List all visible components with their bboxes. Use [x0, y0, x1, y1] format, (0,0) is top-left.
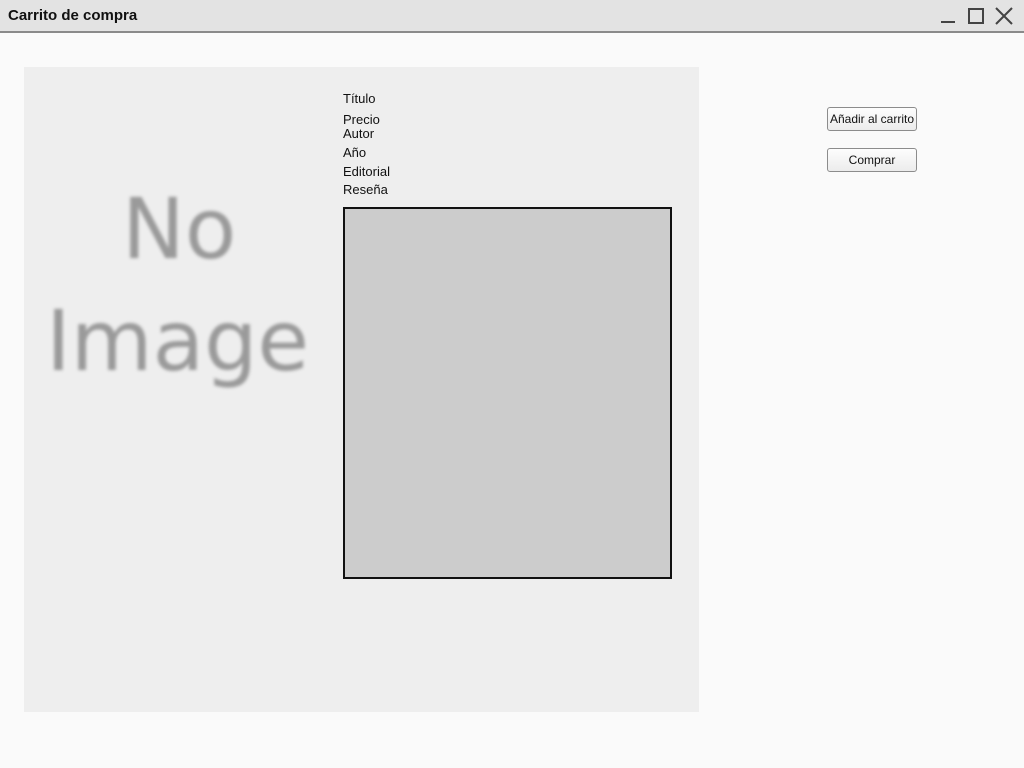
no-image-text-line2: Image: [46, 292, 310, 390]
minimize-icon[interactable]: [938, 6, 958, 26]
no-image-text-line1: No: [122, 180, 237, 278]
title-bar: Carrito de compra: [0, 0, 1024, 33]
add-to-cart-button[interactable]: Añadir al carrito: [827, 107, 917, 131]
window-title: Carrito de compra: [8, 7, 138, 24]
maximize-icon[interactable]: [966, 6, 986, 26]
author-label: Autor: [343, 126, 375, 141]
year-label: Año: [343, 145, 367, 160]
title-label: Título: [343, 91, 376, 106]
price-label: Precio: [343, 112, 380, 127]
review-textarea[interactable]: [343, 207, 672, 579]
buy-button[interactable]: Comprar: [827, 148, 917, 172]
publisher-label: Editorial: [343, 164, 390, 179]
product-image-placeholder: No Image: [24, 67, 316, 397]
close-icon[interactable]: [994, 6, 1014, 26]
review-label: Reseña: [343, 182, 388, 197]
